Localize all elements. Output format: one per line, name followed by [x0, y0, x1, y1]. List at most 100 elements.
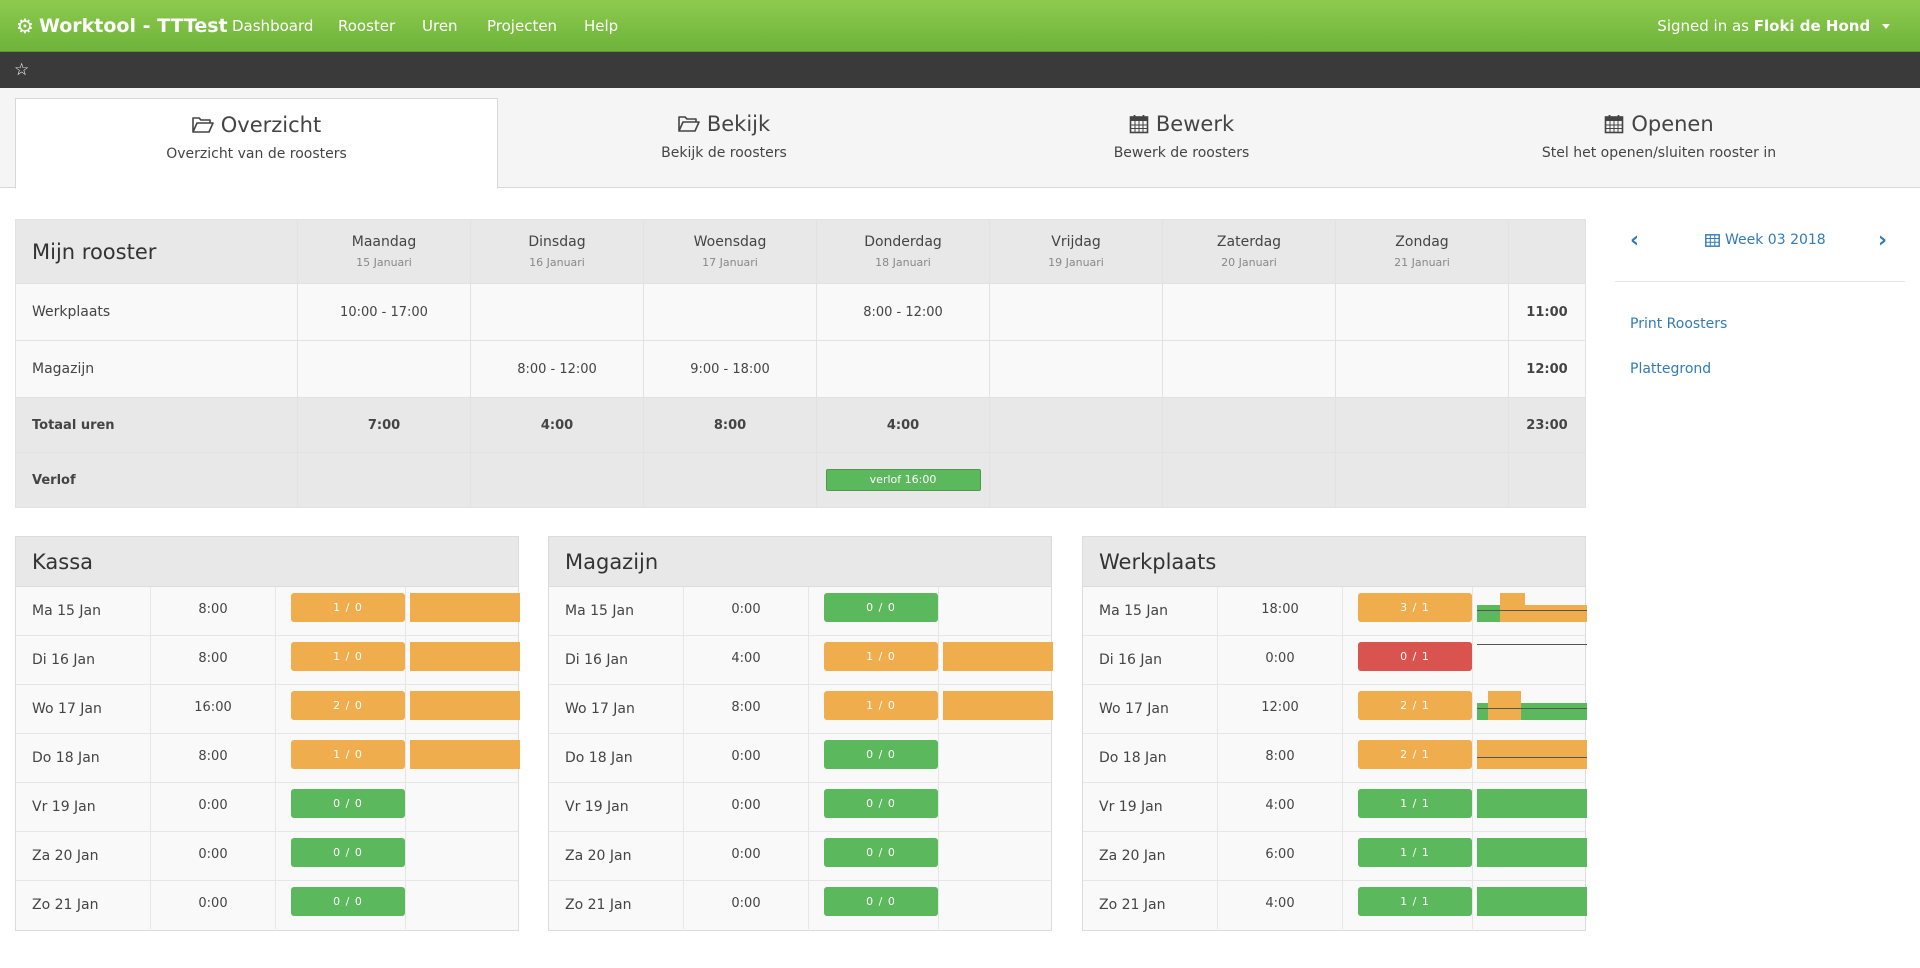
calendar-icon [1605, 115, 1624, 134]
row-day: Za 20 Jan [1083, 832, 1218, 880]
row-hours: 8:00 [684, 685, 809, 733]
status-badge[interactable]: 0 / 0 [291, 789, 405, 818]
status-badge[interactable]: 0 / 0 [824, 838, 938, 867]
status-badge[interactable]: 1 / 0 [824, 642, 938, 671]
row-day: Wo 17 Jan [16, 685, 151, 733]
table-row: Zo 21 Jan 0:00 0 / 0 [16, 881, 518, 930]
coverage-graph [939, 783, 1052, 831]
day-header: Woensdag 17 Januari [643, 219, 817, 284]
chevron-left-icon[interactable]: ‹ [1630, 228, 1639, 254]
status-badge[interactable]: 0 / 0 [824, 740, 938, 769]
row-day: Di 16 Jan [16, 636, 151, 684]
badge-cell: 0 / 0 [276, 832, 406, 880]
coverage-graph [939, 636, 1053, 684]
row-hours: 0:00 [151, 881, 276, 929]
coverage-graph [406, 636, 520, 684]
total-cell [1335, 397, 1509, 453]
coverage-bar [1525, 605, 1587, 622]
row-day: Ma 15 Jan [1083, 587, 1218, 635]
tab-openen[interactable]: Openen Stel het openen/sluiten rooster i… [1413, 98, 1905, 188]
coverage-bar [410, 642, 520, 671]
day-name: Zaterdag [1216, 234, 1282, 250]
coverage-graph [1473, 832, 1587, 880]
status-badge[interactable]: 0 / 1 [1358, 642, 1472, 671]
chevron-right-icon[interactable]: › [1878, 228, 1887, 254]
status-badge[interactable]: 1 / 1 [1358, 789, 1472, 818]
badge-cell: 0 / 0 [809, 734, 939, 782]
tab-bekijk[interactable]: Bekijk Bekijk de roosters [498, 98, 950, 188]
row-day: Zo 21 Jan [16, 881, 151, 929]
status-badge[interactable]: 2 / 1 [1358, 691, 1472, 720]
coverage-graph [939, 832, 1052, 880]
row-total: 11:00 [1508, 283, 1586, 341]
table-row: Ma 15 Jan 0:00 0 / 0 [549, 587, 1051, 636]
coverage-bar [1477, 789, 1587, 818]
badge-cell: 0 / 1 [1343, 636, 1473, 684]
row-label: Magazijn [15, 340, 298, 398]
row-day: Zo 21 Jan [1083, 881, 1218, 929]
row-hours: 0:00 [684, 587, 809, 635]
day-header: Zaterdag 20 Januari [1162, 219, 1336, 284]
schedule-row: Magazijn 8:00 - 12:00 9:00 - 18:00 12:00 [15, 340, 1586, 398]
status-badge[interactable]: 0 / 0 [824, 789, 938, 818]
shift-cell [989, 283, 1163, 341]
star-icon[interactable]: ☆ [14, 59, 29, 81]
table-row: Wo 17 Jan 8:00 1 / 0 [549, 685, 1053, 734]
status-badge[interactable]: 3 / 1 [1358, 593, 1472, 622]
status-badge[interactable]: 1 / 0 [824, 691, 938, 720]
status-badge[interactable]: 1 / 1 [1358, 838, 1472, 867]
nav-uren[interactable]: Uren [422, 0, 458, 52]
status-badge[interactable]: 0 / 0 [291, 838, 405, 867]
status-badge[interactable]: 1 / 0 [291, 642, 405, 671]
row-hours: 4:00 [684, 636, 809, 684]
status-badge[interactable]: 2 / 1 [1358, 740, 1472, 769]
badge-cell: 1 / 1 [1343, 881, 1473, 929]
tab-overzicht[interactable]: Overzicht Overzicht van de roosters [15, 98, 498, 189]
print-roosters-link[interactable]: Print Roosters [1630, 316, 1727, 332]
shift-cell [643, 283, 817, 341]
badge-cell: 3 / 1 [1343, 587, 1473, 635]
shift-cell [470, 283, 644, 341]
status-badge[interactable]: 1 / 1 [1358, 887, 1472, 916]
status-badge[interactable]: 0 / 0 [824, 887, 938, 916]
tab-subtitle: Stel het openen/sluiten rooster in [1541, 145, 1777, 161]
verlof-cell [989, 452, 1163, 508]
nav-help[interactable]: Help [584, 0, 618, 52]
table-row: Vr 19 Jan 0:00 0 / 0 [16, 783, 518, 832]
coverage-bar [1477, 887, 1587, 916]
panel-title: Werkplaats [1083, 537, 1585, 587]
status-badge[interactable]: 2 / 0 [291, 691, 405, 720]
coverage-graph [1473, 685, 1587, 733]
user-menu[interactable]: Signed in as Floki de Hond [1657, 0, 1890, 52]
table-row: Ma 15 Jan 8:00 1 / 0 [16, 587, 520, 636]
nav-dashboard[interactable]: Dashboard [232, 0, 313, 52]
schedule-row: Werkplaats 10:00 - 17:00 8:00 - 12:00 11… [15, 283, 1586, 341]
verlof-badge[interactable]: verlof 16:00 [825, 469, 981, 491]
coverage-graph [406, 881, 519, 929]
status-badge[interactable]: 1 / 0 [291, 593, 405, 622]
day-name: Zondag [1395, 234, 1449, 250]
coverage-graph [939, 881, 1052, 929]
status-badge[interactable]: 0 / 0 [291, 887, 405, 916]
brand-label: Worktool - TTTest [38, 15, 228, 37]
table-row: Ma 15 Jan 18:00 3 / 1 [1083, 587, 1587, 636]
tab-bewerk[interactable]: Bewerk Bewerk de roosters [950, 98, 1413, 188]
table-row: Vr 19 Jan 4:00 1 / 1 [1083, 783, 1587, 832]
brand[interactable]: ⚙ Worktool - TTTest [16, 0, 228, 52]
shift-cell [1335, 340, 1509, 398]
week-label[interactable]: Week 03 2018 [1705, 232, 1826, 248]
row-hours: 4:00 [1218, 881, 1343, 929]
row-day: Ma 15 Jan [549, 587, 684, 635]
table-row: Vr 19 Jan 0:00 0 / 0 [549, 783, 1051, 832]
row-day: Do 18 Jan [549, 734, 684, 782]
verlof-cell [297, 452, 471, 508]
nav-projecten[interactable]: Projecten [487, 0, 557, 52]
nav-rooster[interactable]: Rooster [338, 0, 395, 52]
plattegrond-link[interactable]: Plattegrond [1630, 361, 1711, 377]
day-name: Dinsdag [528, 234, 586, 250]
day-date: 17 Januari [702, 256, 758, 269]
coverage-graph [939, 685, 1053, 733]
gears-icon: ⚙ [16, 14, 34, 38]
status-badge[interactable]: 1 / 0 [291, 740, 405, 769]
status-badge[interactable]: 0 / 0 [824, 593, 938, 622]
